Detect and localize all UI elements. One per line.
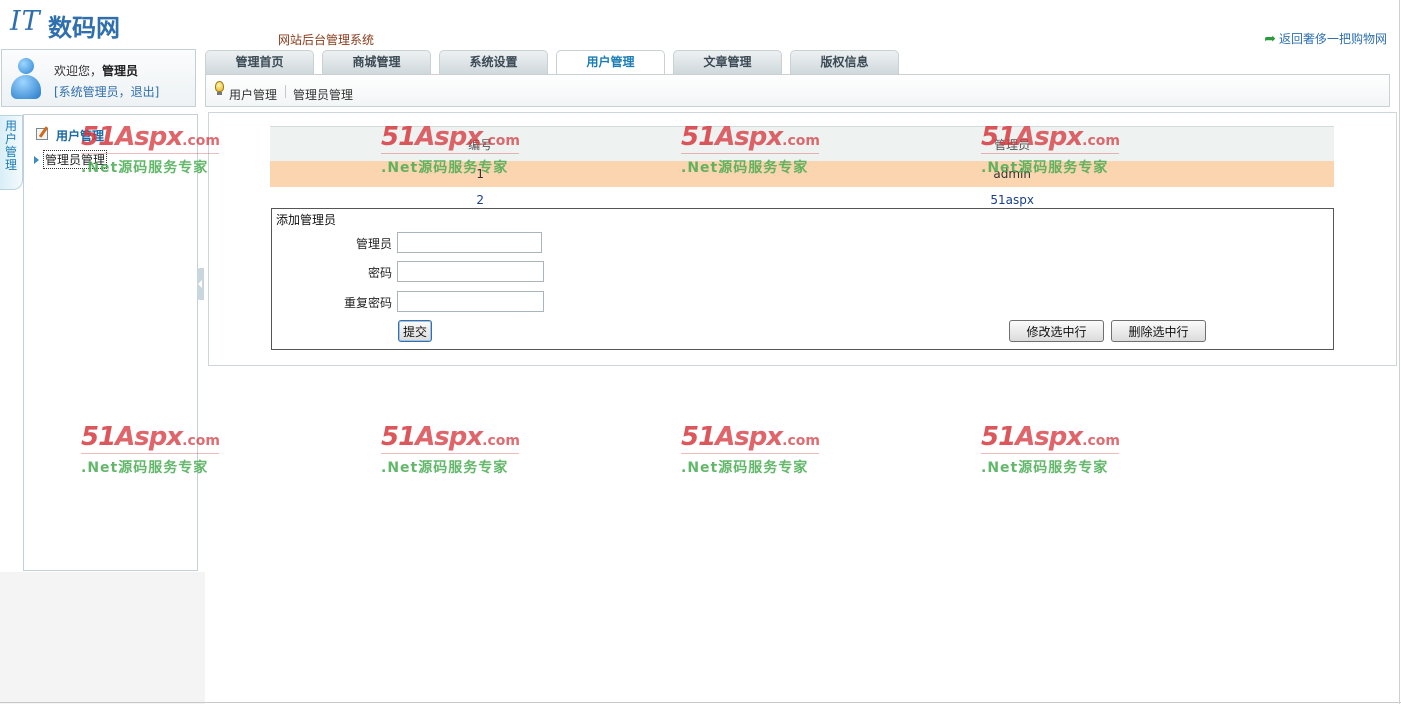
lightbulb-icon bbox=[215, 81, 224, 92]
confirm-password-label: 重复密码 bbox=[343, 296, 392, 310]
bottom-border bbox=[0, 702, 1401, 703]
current-user: 管理员 bbox=[102, 64, 139, 78]
right-border bbox=[1399, 0, 1400, 704]
content-filler bbox=[205, 370, 1401, 704]
back-link-label: 返回奢侈一把购物网 bbox=[1278, 32, 1387, 46]
back-to-shop-link[interactable]: ➦ 返回奢侈一把购物网 bbox=[1264, 30, 1387, 47]
submit-button[interactable]: 提交 bbox=[398, 320, 433, 342]
breadcrumb: 用户管理 管理员管理 bbox=[205, 74, 1390, 107]
table-header-row: 编号 管理员 bbox=[270, 126, 1334, 161]
tab-articles[interactable]: 文章管理 bbox=[673, 50, 782, 74]
sidebar-section-title: 用户管理 bbox=[56, 129, 105, 143]
welcome-box: 欢迎您，管理员 [系统管理员，退出] bbox=[1, 49, 196, 107]
add-admin-form: 添加管理员 管理员 密码 重复密码 提交 修改选中行 删除选中行 bbox=[271, 208, 1334, 350]
logo-text: 数码网 bbox=[48, 14, 120, 42]
breadcrumb-separator bbox=[285, 85, 286, 98]
password-label: 密码 bbox=[367, 266, 392, 280]
role-logout-links[interactable]: [系统管理员，退出] bbox=[54, 83, 159, 100]
tab-copyright[interactable]: 版权信息 bbox=[790, 50, 899, 74]
column-header-id: 编号 bbox=[270, 126, 691, 161]
password-input[interactable] bbox=[397, 261, 544, 282]
return-arrow-icon: ➦ bbox=[1264, 30, 1276, 47]
tab-home[interactable]: 管理首页 bbox=[205, 50, 314, 74]
sidebar-item-label: 管理员管理 bbox=[43, 150, 108, 169]
table-row[interactable]: 1 admin bbox=[270, 161, 1334, 187]
cell-admin: admin bbox=[690, 161, 1334, 187]
admin-name-input[interactable] bbox=[397, 232, 542, 253]
breadcrumb-users[interactable]: 用户管理 bbox=[229, 86, 277, 103]
form-title: 添加管理员 bbox=[276, 213, 337, 227]
edit-note-icon bbox=[36, 128, 48, 140]
tab-users[interactable]: 用户管理 bbox=[556, 50, 665, 75]
breadcrumb-admin-manage[interactable]: 管理员管理 bbox=[293, 86, 353, 103]
cell-id: 1 bbox=[270, 161, 691, 187]
sidebar-vertical-tab-label: 用户管理 bbox=[5, 119, 18, 172]
edit-selected-row-button[interactable]: 修改选中行 bbox=[1009, 320, 1104, 342]
logo-it: IT bbox=[10, 6, 41, 37]
sidebar-item-admin-manage[interactable]: 管理员管理 bbox=[34, 150, 108, 169]
lightbulb-base bbox=[217, 92, 222, 95]
sidebar-panel: 用户管理 管理员管理 bbox=[23, 114, 198, 571]
admin-name-label: 管理员 bbox=[355, 237, 392, 251]
sidebar-vertical-tab[interactable]: 用户管理 bbox=[0, 115, 23, 190]
left-filler bbox=[0, 572, 205, 704]
delete-selected-row-button[interactable]: 删除选中行 bbox=[1111, 320, 1206, 342]
tab-shop[interactable]: 商城管理 bbox=[322, 50, 431, 74]
collapse-sidebar-handle[interactable] bbox=[197, 268, 204, 300]
triangle-right-icon bbox=[34, 155, 39, 164]
column-header-admin: 管理员 bbox=[690, 126, 1334, 161]
system-title: 网站后台管理系统 bbox=[278, 33, 375, 47]
admin-table: 编号 管理员 1 admin 2 51aspx bbox=[270, 126, 1334, 213]
main-tabs: 管理首页 商城管理 系统设置 用户管理 文章管理 版权信息 bbox=[205, 50, 899, 75]
tab-settings[interactable]: 系统设置 bbox=[439, 50, 548, 74]
confirm-password-input[interactable] bbox=[397, 291, 544, 312]
welcome-greeting: 欢迎您，管理员 bbox=[54, 62, 138, 79]
user-avatar-icon bbox=[9, 58, 43, 100]
greeting-text: 欢迎您， bbox=[54, 64, 103, 78]
